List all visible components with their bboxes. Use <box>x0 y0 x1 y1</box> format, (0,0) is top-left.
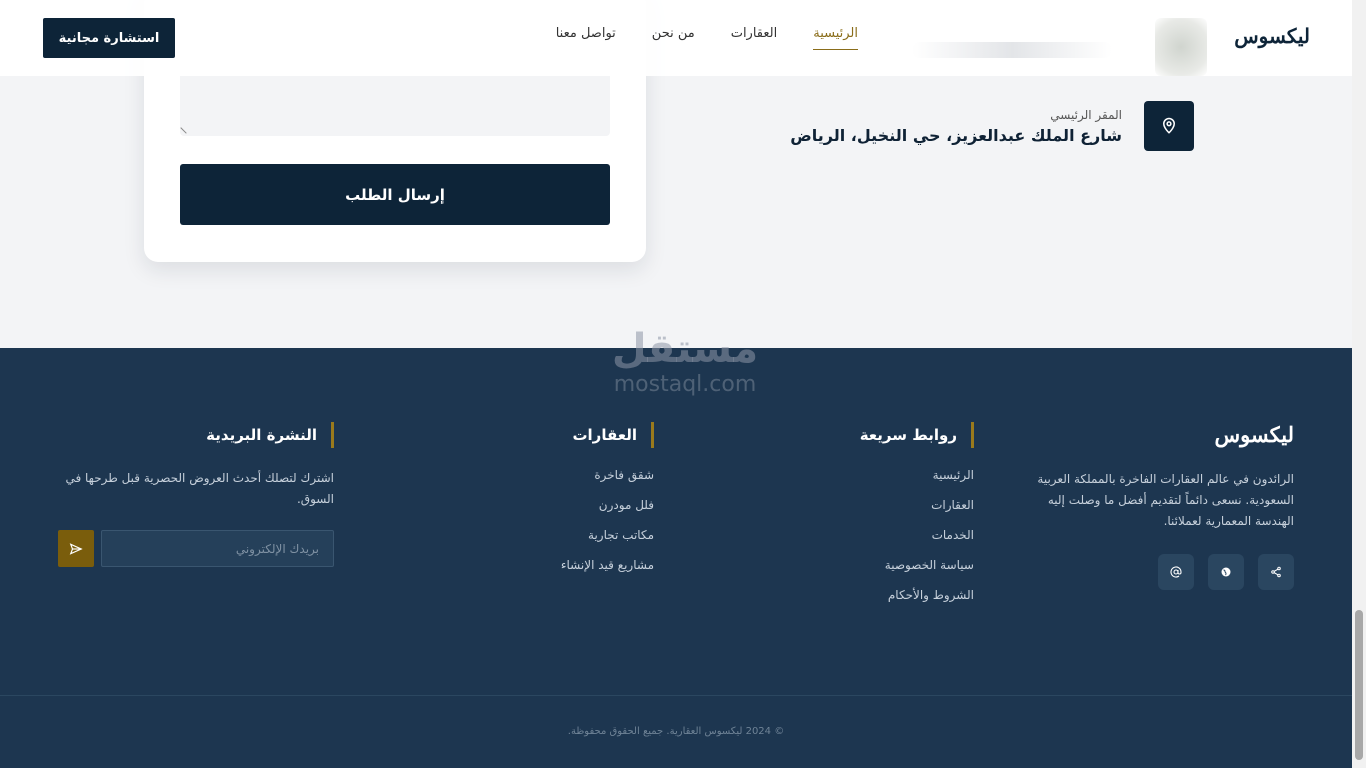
newsletter-email-input[interactable] <box>101 530 334 567</box>
newsletter-heading: النشرة البريدية <box>58 422 334 448</box>
address-block: المقر الرئيسي شارع الملك عبدالعزيز، حي ا… <box>790 101 1194 151</box>
footer-newsletter: النشرة البريدية اشترك لتصلك أحدث العروض … <box>58 422 334 567</box>
property-link-villas[interactable]: فلل مودرن <box>474 498 654 512</box>
site-logo[interactable]: ليكسوس <box>1234 24 1310 48</box>
quick-link-properties[interactable]: العقارات <box>794 498 974 512</box>
quick-links-list: الرئيسية العقارات الخدمات سياسة الخصوصية… <box>794 468 974 602</box>
properties-heading: العقارات <box>474 422 654 448</box>
properties-list: شقق فاخرة فلل مودرن مكاتب تجارية مشاريع … <box>474 468 654 572</box>
property-link-offices[interactable]: مكاتب تجارية <box>474 528 654 542</box>
nav-item-home[interactable]: الرئيسية <box>813 26 858 50</box>
quick-link-terms[interactable]: الشروط والأحكام <box>794 588 974 602</box>
nav-item-about[interactable]: من نحن <box>652 26 695 50</box>
blurred-text <box>912 42 1112 58</box>
location-pin-icon <box>1144 101 1194 151</box>
quick-links-heading: روابط سريعة <box>794 422 974 448</box>
at-sign-icon[interactable] <box>1158 554 1194 590</box>
free-consultation-button[interactable]: استشارة مجانية <box>43 18 175 58</box>
footer-quick-links: روابط سريعة الرئيسية العقارات الخدمات سي… <box>794 422 974 618</box>
social-links <box>1034 554 1294 590</box>
globe-icon[interactable] <box>1208 554 1244 590</box>
site-footer: ليكسوس الرائدون في عالم العقارات الفاخرة… <box>0 348 1352 768</box>
newsletter-description: اشترك لتصلك أحدث العروض الحصرية قبل طرحه… <box>65 471 334 506</box>
footer-brand: ليكسوس الرائدون في عالم العقارات الفاخرة… <box>1034 422 1294 590</box>
address-value: شارع الملك عبدالعزيز، حي النخيل، الرياض <box>790 125 1122 145</box>
property-link-apartments[interactable]: شقق فاخرة <box>474 468 654 482</box>
quick-link-home[interactable]: الرئيسية <box>794 468 974 482</box>
quick-link-services[interactable]: الخدمات <box>794 528 974 542</box>
address-label: المقر الرئيسي <box>1050 107 1122 122</box>
nav-item-properties[interactable]: العقارات <box>731 26 778 50</box>
nav-item-contact[interactable]: تواصل معنا <box>556 26 616 50</box>
quick-link-privacy[interactable]: سياسة الخصوصية <box>794 558 974 572</box>
share-icon[interactable] <box>1258 554 1294 590</box>
footer-divider <box>0 695 1352 696</box>
scrollbar-thumb[interactable] <box>1355 610 1363 760</box>
newsletter-send-button[interactable] <box>58 530 94 567</box>
newsletter-form <box>58 530 334 567</box>
submit-request-button[interactable]: إرسال الطلب <box>180 164 610 225</box>
main-nav: الرئيسية العقارات من نحن تواصل معنا <box>556 26 858 50</box>
footer-logo: ليكسوس <box>1214 422 1294 447</box>
send-icon <box>69 542 83 555</box>
blurred-image <box>1155 18 1207 76</box>
property-link-projects[interactable]: مشاريع قيد الإنشاء <box>474 558 654 572</box>
address-text: المقر الرئيسي شارع الملك عبدالعزيز، حي ا… <box>790 108 1122 145</box>
footer-brand-description: الرائدون في عالم العقارات الفاخرة بالممل… <box>1037 472 1294 528</box>
copyright-text: © 2024 ليكسوس العقارية. جميع الحقوق محفو… <box>567 726 785 737</box>
page-scrollbar[interactable] <box>1352 0 1366 768</box>
site-header: ليكسوس الرئيسية العقارات من نحن تواصل مع… <box>0 0 1352 76</box>
footer-properties: العقارات شقق فاخرة فلل مودرن مكاتب تجاري… <box>474 422 654 588</box>
